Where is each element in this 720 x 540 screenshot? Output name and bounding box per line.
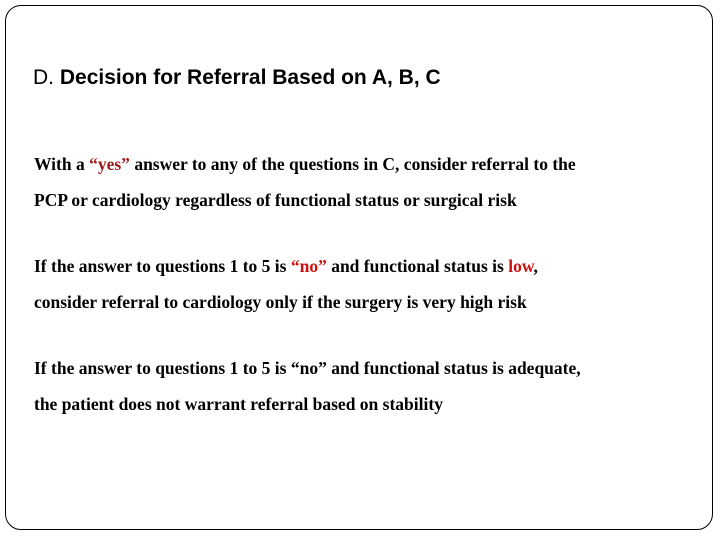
p3-line1: If the answer to questions 1 to 5 is “no… xyxy=(34,358,581,378)
p1-line2: PCP or cardiology regardless of function… xyxy=(34,190,517,210)
page-title-prefix: D. xyxy=(33,66,54,89)
p2-mid-text: and functional status is xyxy=(326,256,509,276)
paragraph-yes-referral: With a “yes” answer to any of the questi… xyxy=(34,146,668,218)
page-title: D. Decision for Referral Based on A, B, … xyxy=(33,64,683,92)
paragraph-no-low-functional-status: If the answer to questions 1 to 5 is “no… xyxy=(34,248,668,320)
p3-line2: the patient does not warrant referral ba… xyxy=(34,394,443,414)
p2-line2: consider referral to cardiology only if … xyxy=(34,292,527,312)
page-title-main: Decision for Referral Based on A, B, C xyxy=(59,66,441,89)
paragraph-no-adequate-functional-status: If the answer to questions 1 to 5 is “no… xyxy=(34,350,668,422)
p1-lead-text: With a xyxy=(34,154,90,174)
p1-tail-text: answer to any of the questions in C, con… xyxy=(129,154,576,174)
p2-comma: , xyxy=(533,256,538,276)
highlight-yes: “yes” xyxy=(89,154,130,174)
slide-frame: D. Decision for Referral Based on A, B, … xyxy=(5,5,713,530)
highlight-no: “no” xyxy=(290,256,327,276)
highlight-low: low xyxy=(508,256,534,276)
p2-lead-text: If the answer to questions 1 to 5 is xyxy=(34,256,291,276)
slide-body: With a “yes” answer to any of the questi… xyxy=(34,146,668,422)
